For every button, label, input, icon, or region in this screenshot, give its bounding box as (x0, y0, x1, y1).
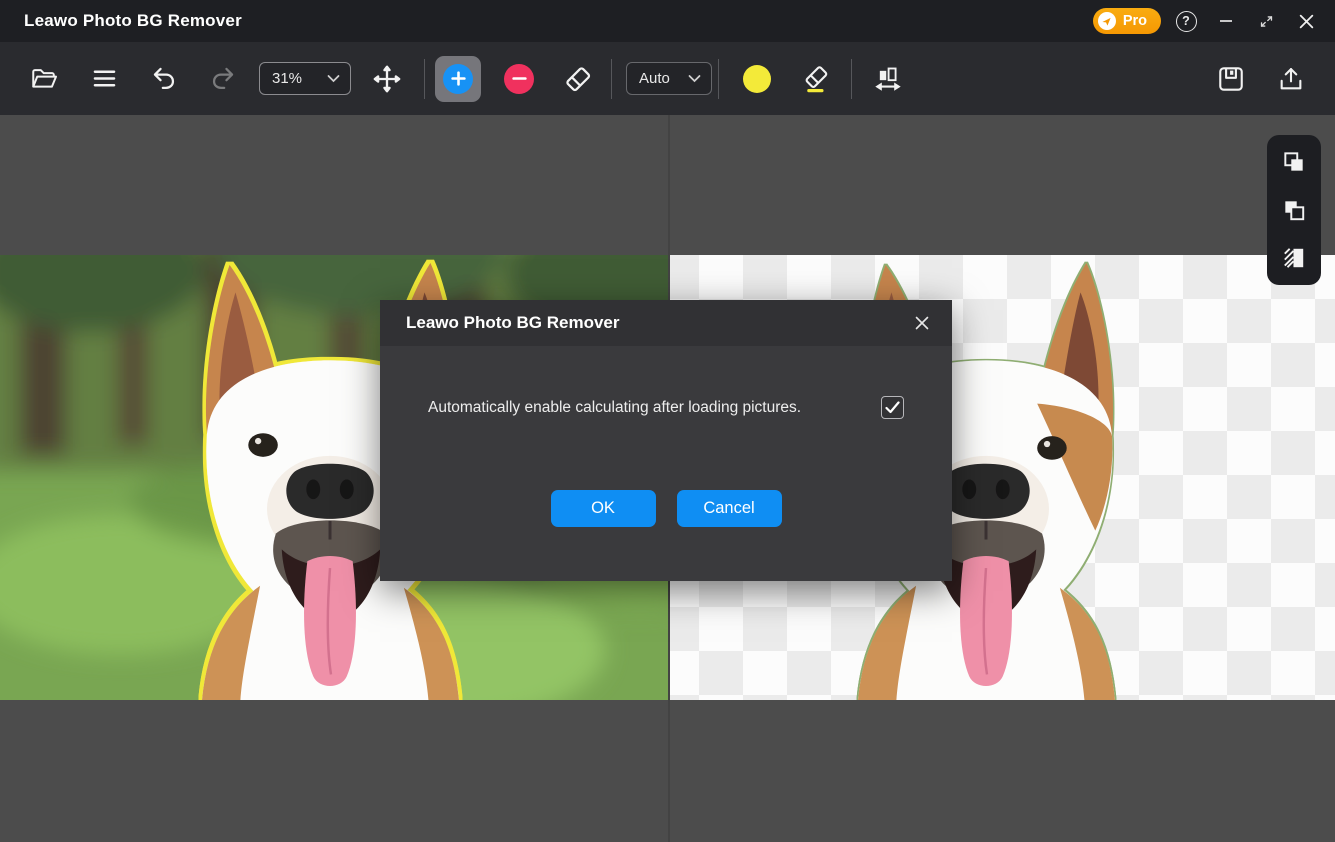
toolbar: 31% Auto (0, 42, 1335, 115)
undo-button[interactable] (142, 57, 186, 101)
ok-button[interactable]: OK (551, 490, 656, 527)
brush-color-button[interactable] (735, 57, 779, 101)
split-view-button[interactable] (1279, 243, 1309, 273)
minimize-button[interactable] (1211, 6, 1241, 36)
add-selection-button[interactable] (435, 56, 481, 102)
minimize-icon (1218, 13, 1234, 29)
selection-eraser-button[interactable] (556, 57, 600, 101)
dialog-close-icon (914, 315, 930, 331)
app-window: Leawo Photo BG Remover Pro ? (0, 0, 1335, 842)
dialog-option-row: Automatically enable calculating after l… (428, 396, 904, 419)
redo-icon (209, 65, 236, 92)
detect-mode-select[interactable]: Auto (626, 62, 712, 95)
close-icon (1298, 13, 1315, 30)
eraser-highlight-icon (801, 64, 831, 94)
save-button[interactable] (1209, 57, 1253, 101)
pro-label: Pro (1123, 13, 1147, 29)
settings-dialog: Leawo Photo BG Remover Automatically ena… (380, 300, 952, 581)
dialog-titlebar: Leawo Photo BG Remover (380, 300, 952, 346)
move-icon (373, 65, 401, 93)
zoom-level-value: 31% (272, 70, 302, 87)
dialog-message: Automatically enable calculating after l… (428, 399, 801, 417)
add-selection-icon (443, 64, 473, 94)
undo-icon (151, 65, 178, 92)
help-icon: ? (1176, 11, 1197, 32)
menu-icon (91, 65, 118, 92)
compare-view-button[interactable] (866, 57, 910, 101)
maximize-button[interactable] (1251, 6, 1281, 36)
maximize-icon (1258, 13, 1275, 30)
split-view-icon (1281, 245, 1307, 271)
titlebar: Leawo Photo BG Remover Pro ? (0, 0, 1335, 42)
toolbar-separator (611, 59, 612, 99)
editor-canvas: Leawo Photo BG Remover Automatically ena… (0, 115, 1335, 842)
save-icon (1217, 65, 1245, 93)
copy-back-icon (1281, 197, 1307, 223)
dialog-title: Leawo Photo BG Remover (406, 313, 619, 333)
rocket-icon (1098, 12, 1116, 30)
toolbar-separator (851, 59, 852, 99)
checkmark-icon (885, 401, 900, 414)
dialog-close-button[interactable] (908, 309, 936, 337)
toolbar-separator (718, 59, 719, 99)
remove-selection-button[interactable] (497, 57, 541, 101)
menu-button[interactable] (82, 57, 126, 101)
move-tool-button[interactable] (365, 57, 409, 101)
export-button[interactable] (1269, 57, 1313, 101)
export-icon (1277, 65, 1305, 93)
compare-width-icon (874, 65, 902, 93)
brush-color-dot-icon (743, 65, 771, 93)
close-button[interactable] (1291, 6, 1321, 36)
zoom-level-select[interactable]: 31% (259, 62, 351, 95)
chevron-down-icon (327, 74, 340, 83)
app-title: Leawo Photo BG Remover (24, 11, 242, 31)
highlight-eraser-button[interactable] (794, 57, 838, 101)
eraser-icon (563, 64, 593, 94)
titlebar-controls: Pro ? (1093, 6, 1321, 36)
pro-badge[interactable]: Pro (1093, 8, 1161, 34)
show-original-button[interactable] (1279, 147, 1309, 177)
open-file-button[interactable] (22, 57, 66, 101)
open-folder-icon (30, 65, 58, 93)
help-button[interactable]: ? (1171, 6, 1201, 36)
cancel-button[interactable]: Cancel (677, 490, 782, 527)
copy-front-icon (1281, 149, 1307, 175)
redo-button[interactable] (200, 57, 244, 101)
view-mode-panel (1267, 135, 1321, 285)
remove-selection-icon (504, 64, 534, 94)
show-result-button[interactable] (1279, 195, 1309, 225)
detect-mode-value: Auto (639, 70, 670, 87)
chevron-down-icon (688, 74, 701, 83)
toolbar-separator (424, 59, 425, 99)
dialog-buttons: OK Cancel (380, 490, 952, 527)
dialog-checkbox[interactable] (881, 396, 904, 419)
